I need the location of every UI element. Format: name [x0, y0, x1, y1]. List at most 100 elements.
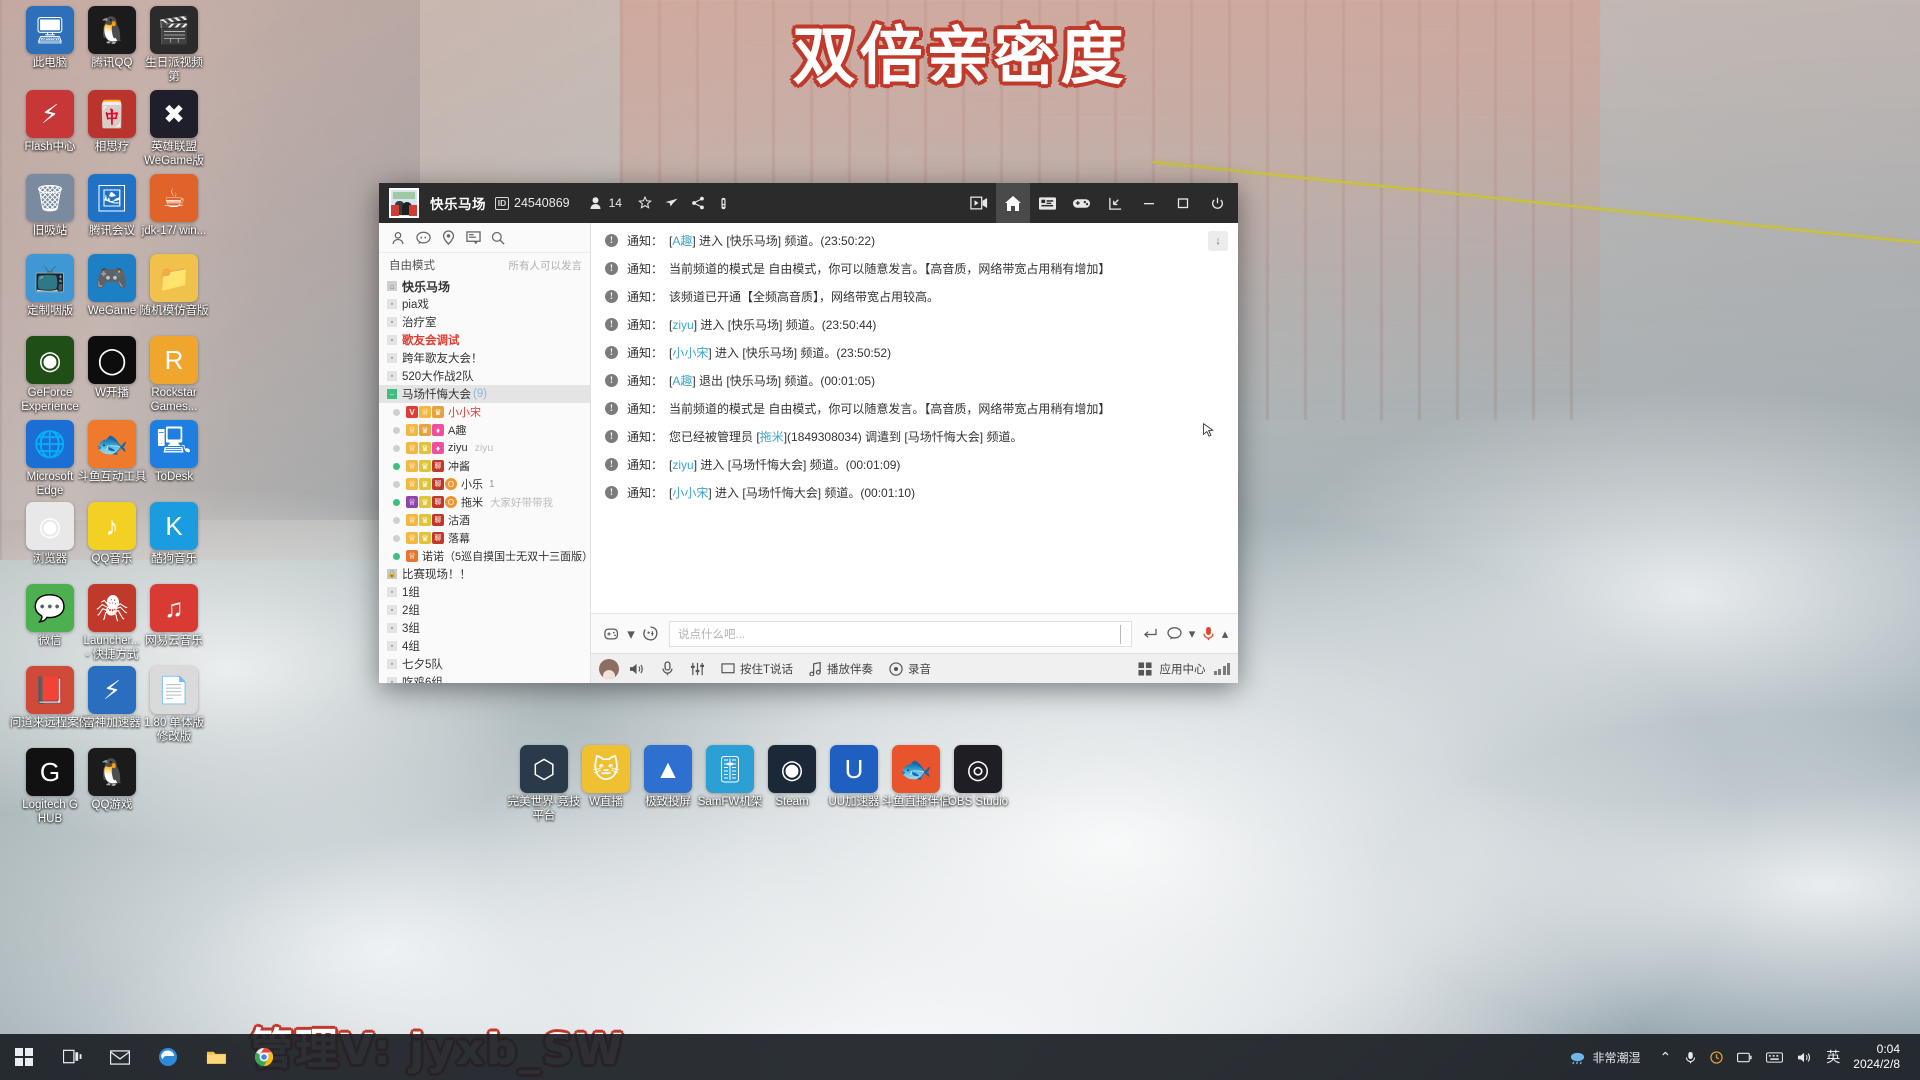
- list-icon[interactable]: [1030, 183, 1064, 223]
- message-icon[interactable]: [412, 227, 434, 249]
- star-icon[interactable]: [632, 183, 658, 223]
- user-mention[interactable]: 小小宋: [672, 486, 708, 500]
- battery-tray-icon[interactable]: [1730, 1052, 1759, 1063]
- taskbar-clock[interactable]: 0:04 2024/2/8: [1847, 1042, 1912, 1072]
- user-avatar[interactable]: [599, 658, 619, 679]
- group-item-0[interactable]: 🔒 比赛现场！！: [379, 565, 590, 583]
- member-row[interactable]: ♕ ♛ 聊 O 拖米 大家好带带我: [379, 493, 590, 511]
- group-item-4[interactable]: ▪ 4组: [379, 637, 590, 655]
- power-close-button[interactable]: [1200, 183, 1234, 223]
- channel-item-1[interactable]: ▪ pia戏: [379, 295, 590, 313]
- desktop-icon-java-icon[interactable]: ☕ jdk-17/ win...: [128, 174, 220, 239]
- wallpaper-cable: [1150, 150, 1920, 270]
- member-row[interactable]: ♕ ♛ 聊沽酒: [379, 511, 590, 529]
- desktop-icon-qqgame-icon[interactable]: 🐧 QQ游戏: [66, 748, 158, 813]
- member-row[interactable]: ♕ ♛ 聊落幕: [379, 529, 590, 547]
- channel-item-5[interactable]: ▪ 520大作战2队: [379, 367, 590, 385]
- microphone-icon[interactable]: [1197, 621, 1220, 647]
- badge-m-crown2-icon: ♛: [419, 442, 431, 454]
- plane-icon[interactable]: [658, 183, 685, 223]
- ime-label[interactable]: 英: [1819, 1047, 1847, 1067]
- chevron-up-icon[interactable]: ▴: [1220, 621, 1230, 647]
- accompany-button[interactable]: 播放伴奏: [809, 661, 873, 677]
- member-row[interactable]: ♕ ♛ ♦ ziyu ziyu: [379, 439, 590, 457]
- ptt-button[interactable]: 按住T说话: [721, 661, 793, 677]
- clock-tray-icon[interactable]: [1703, 1050, 1730, 1064]
- desktop-icon-lol-icon[interactable]: ✖ 英雄联盟 WeGame版: [128, 90, 220, 168]
- record-button[interactable]: 录音: [889, 661, 931, 677]
- speaker-icon[interactable]: [629, 662, 645, 676]
- user-mention[interactable]: A趣: [672, 374, 692, 388]
- speaker-tray-icon[interactable]: [1790, 1051, 1819, 1064]
- member-name: 小小宋: [448, 407, 481, 419]
- chevron-down-icon-2[interactable]: ▾: [1187, 621, 1197, 647]
- explorer-icon[interactable]: [192, 1034, 240, 1080]
- gamepad-icon[interactable]: [1064, 183, 1098, 223]
- group-item-3[interactable]: ▪ 3组: [379, 619, 590, 637]
- member-row[interactable]: V ♕ ♛ 小小宋: [379, 403, 590, 421]
- edge-icon[interactable]: [144, 1034, 192, 1080]
- member-row[interactable]: ♕ ♛ ♦ A趣: [379, 421, 590, 439]
- desktop-icon-netease-icon[interactable]: ♫ 网易云音乐: [128, 584, 220, 649]
- group-item-5[interactable]: ▪ 七夕5队: [379, 655, 590, 673]
- member-row[interactable]: ♕ ♛ 聊冲酱: [379, 457, 590, 475]
- desktop-icon-kugou-icon[interactable]: K 酷狗音乐: [128, 502, 220, 567]
- desktop-icon-folder2-icon[interactable]: 📁 随机模仿音版: [128, 254, 220, 319]
- message-input[interactable]: 说点什么吧...: [669, 620, 1132, 647]
- location-icon[interactable]: [437, 227, 459, 249]
- weather-icon[interactable]: [1562, 1050, 1593, 1065]
- channel-tree[interactable]: ⌂ 快乐马场 ▪ pia戏 ▪ 治疗室 ▪ 歌友会调试 ▪ 跨年歌友大会！ ▪ 520大作战2队 – 马场…: [379, 277, 590, 683]
- channel-item-4[interactable]: ▪ 跨年歌友大会！: [379, 349, 590, 367]
- channel-count: (9): [473, 388, 488, 400]
- mic-icon[interactable]: [661, 661, 674, 676]
- chevron-down-icon[interactable]: ▾: [625, 621, 637, 647]
- grid-icon[interactable]: [1137, 661, 1152, 676]
- minimize-button[interactable]: [1132, 183, 1166, 223]
- windows-start-icon[interactable]: [0, 1034, 48, 1080]
- mixer-icon[interactable]: [690, 662, 705, 676]
- home-icon[interactable]: [996, 183, 1030, 223]
- appcenter-label[interactable]: 应用中心: [1160, 661, 1206, 677]
- maximize-button[interactable]: [1166, 183, 1200, 223]
- desktop-icon-rockstar-icon[interactable]: R Rockstar Games...: [128, 336, 220, 414]
- channel-item-2[interactable]: ▪ 治疗室: [379, 313, 590, 331]
- channel-avatar[interactable]: [389, 188, 419, 218]
- chrome-icon[interactable]: [240, 1034, 288, 1080]
- user-mention[interactable]: ziyu: [672, 458, 693, 472]
- search-icon[interactable]: [487, 227, 509, 249]
- download-icon[interactable]: [1098, 183, 1132, 223]
- emoji-picker-icon[interactable]: [599, 621, 625, 647]
- person-icon[interactable]: [387, 227, 409, 249]
- chevron-up-icon-tray[interactable]: ⌃: [1653, 1049, 1679, 1066]
- board-icon[interactable]: [462, 227, 484, 249]
- face-icon[interactable]: [637, 621, 663, 647]
- enter-icon[interactable]: [1138, 621, 1162, 647]
- desktop-icon-obs-icon[interactable]: ◎ OBS Studio: [932, 745, 1024, 810]
- group-item-6[interactable]: ▪ 吃鸡6组: [379, 673, 590, 683]
- chat-bubble-icon[interactable]: [1162, 621, 1187, 647]
- member-row[interactable]: ♕ ♛ 聊 O 小乐 1: [379, 475, 590, 493]
- video-camera-icon[interactable]: [962, 183, 996, 223]
- user-mention[interactable]: ziyu: [672, 318, 693, 332]
- mail-icon[interactable]: [96, 1034, 144, 1080]
- scroll-to-bottom-button[interactable]: ↓: [1208, 231, 1228, 251]
- group-item-2[interactable]: ▪ 2组: [379, 601, 590, 619]
- user-mention[interactable]: 小小宋: [672, 346, 708, 360]
- user-mention[interactable]: 拖米: [760, 430, 784, 444]
- channel-label: 治疗室: [402, 317, 437, 329]
- group-item-1[interactable]: ▪ 1组: [379, 583, 590, 601]
- desktop-icon-todesk-icon[interactable]: 🖳 ToDesk: [128, 420, 220, 485]
- info-icon[interactable]: [711, 183, 736, 223]
- desktop-icon-file-icon[interactable]: 📄 1.80 单体版 修改版: [128, 666, 220, 744]
- user-mention[interactable]: A趣: [672, 234, 692, 248]
- channel-item-6[interactable]: – 马场忏悔大会 (9): [379, 385, 590, 403]
- share-icon[interactable]: [685, 183, 711, 223]
- keyboard-icon[interactable]: [1759, 1051, 1790, 1063]
- task-view-icon[interactable]: [48, 1034, 96, 1080]
- mic-tray-icon[interactable]: [1678, 1051, 1703, 1064]
- member-row[interactable]: ♕ 诺诺（5巡自摸国士无双十三面版）: [379, 547, 590, 565]
- channel-item-3[interactable]: ▪ 歌友会调试: [379, 331, 590, 349]
- desktop-icon-video-icon[interactable]: 🎬 生日派视频第: [128, 6, 220, 84]
- channel-item-0[interactable]: ⌂ 快乐马场: [379, 277, 590, 295]
- message-text: 通知： 该频道已开通【全频高音质】，网络带宽占用较高。: [627, 289, 1224, 305]
